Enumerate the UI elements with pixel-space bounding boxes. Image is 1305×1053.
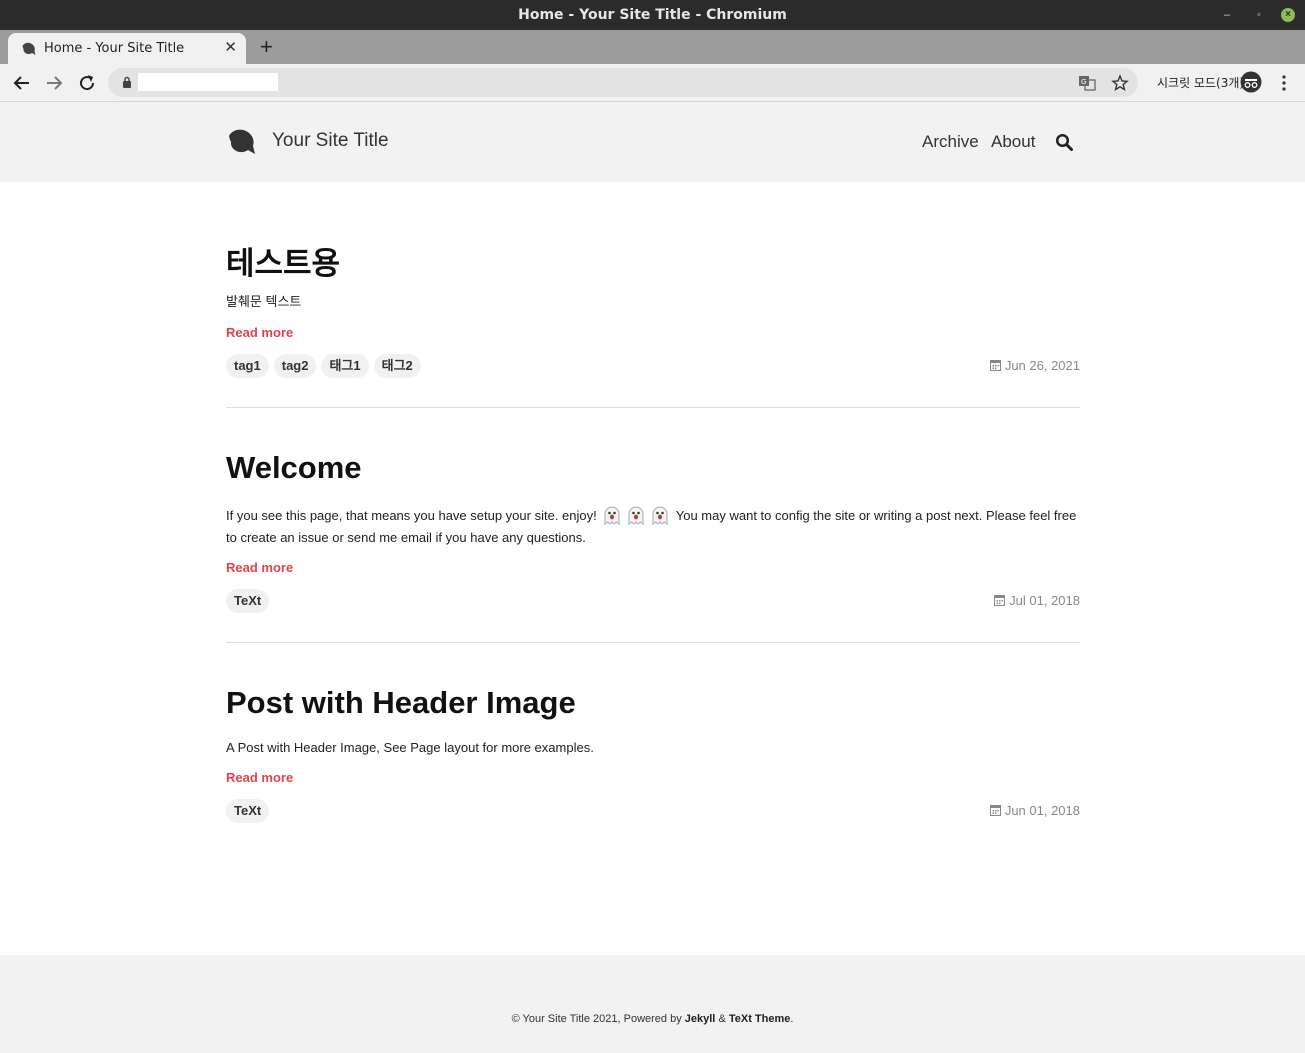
browser-toolbar: G 시크릿 모드(3개) [0, 64, 1305, 102]
tag-badge[interactable]: 태그2 [373, 354, 421, 378]
post-item: Post with Header Image A Post with Heade… [226, 685, 1080, 823]
post-item: 테스트용 발췌문 텍스트 Read more tag1 tag2 태그1 태그2 Ju… [226, 238, 1080, 408]
translate-icon[interactable]: G [1078, 74, 1096, 92]
ghost-emoji-icon [628, 506, 644, 525]
footer-amp: & [718, 1013, 726, 1025]
new-tab-button[interactable]: + [260, 34, 273, 60]
calendar-icon [989, 805, 1001, 816]
post-divider [226, 407, 1080, 408]
ghost-emoji-icon [652, 506, 668, 525]
calendar-icon [994, 595, 1006, 606]
site-header: Your Site Title Archive About [0, 102, 1305, 182]
star-icon[interactable] [1111, 74, 1129, 92]
post-date: Jun 26, 2021 [989, 358, 1080, 373]
tag-list: TeXt [226, 589, 274, 613]
read-more-link[interactable]: Read more [226, 325, 293, 340]
ginkgo-leaf-icon [22, 42, 36, 55]
tab-home[interactable]: Home - Your Site Title ✕ [8, 33, 246, 64]
search-icon[interactable] [1055, 133, 1073, 151]
window-title: Home - Your Site Title - Chromium [518, 7, 787, 23]
incognito-icon[interactable] [1240, 71, 1262, 93]
read-more-link[interactable]: Read more [226, 770, 293, 785]
post-date-text: Jul 01, 2018 [1009, 593, 1080, 608]
footer-suffix: . [790, 1013, 794, 1025]
tag-badge[interactable]: 태그1 [321, 354, 369, 378]
post-date: Jul 01, 2018 [994, 593, 1080, 608]
post-excerpt: 발췌문 텍스트 [226, 294, 302, 309]
tag-badge[interactable]: TeXt [226, 589, 270, 613]
close-window-icon[interactable]: × [1281, 8, 1295, 22]
nav-archive-link[interactable]: Archive [922, 132, 979, 152]
post-excerpt: A Post with Header Image, See Page layou… [226, 740, 594, 755]
reload-icon[interactable] [75, 71, 99, 95]
svg-text:G: G [1081, 78, 1086, 86]
url-field[interactable] [138, 73, 278, 91]
jekyll-link[interactable]: Jekyll [685, 1013, 716, 1025]
tag-badge[interactable]: TeXt [226, 799, 270, 823]
post-item: Welcome If you see this page, that means… [226, 450, 1080, 643]
tab-strip: Home - Your Site Title ✕ + [0, 30, 1305, 64]
forward-arrow-icon[interactable] [42, 71, 66, 95]
post-date: Jun 01, 2018 [989, 803, 1080, 818]
window-titlebar: Home - Your Site Title - Chromium – ◦ × [0, 0, 1305, 30]
site-footer: © Your Site Title 2021, Powered by Jekyl… [0, 955, 1305, 1053]
tab-title: Home - Your Site Title [44, 41, 185, 56]
post-excerpt: If you see this page, that means you hav… [226, 505, 1080, 549]
tag-list: tag1 tag2 태그1 태그2 [226, 354, 426, 378]
post-title[interactable]: Post with Header Image [226, 685, 1080, 721]
ginkgo-leaf-logo-icon[interactable] [226, 128, 256, 156]
calendar-icon [989, 360, 1001, 371]
tab-close-icon[interactable]: ✕ [224, 38, 237, 56]
incognito-label[interactable]: 시크릿 모드(3개) [1157, 74, 1244, 91]
tag-list: TeXt [226, 799, 274, 823]
kebab-menu-icon[interactable] [1276, 73, 1292, 93]
footer-text: © Your Site Title 2021, Powered by Jekyl… [0, 1013, 1305, 1025]
tag-badge[interactable]: tag1 [226, 354, 269, 378]
minimize-icon[interactable]: – [1220, 8, 1234, 22]
nav-about-link[interactable]: About [991, 132, 1035, 152]
ghost-emoji-icon [604, 506, 620, 525]
site-title[interactable]: Your Site Title [272, 130, 389, 152]
post-excerpt-part1: If you see this page, that means you hav… [226, 508, 597, 523]
post-title[interactable]: 테스트용 [226, 238, 1080, 283]
address-bar[interactable]: G [108, 68, 1138, 97]
post-date-text: Jun 01, 2018 [1004, 803, 1080, 818]
read-more-link[interactable]: Read more [226, 560, 293, 575]
maximize-icon[interactable]: ◦ [1252, 8, 1266, 22]
lock-icon [123, 76, 131, 88]
post-date-text: Jun 26, 2021 [1004, 358, 1080, 373]
back-arrow-icon[interactable] [10, 71, 34, 95]
post-title[interactable]: Welcome [226, 450, 1080, 486]
tag-badge[interactable]: tag2 [273, 354, 317, 378]
footer-copyright: © Your Site Title 2021, Powered by [511, 1013, 682, 1025]
text-theme-link[interactable]: TeXt Theme [729, 1013, 791, 1025]
post-divider [226, 642, 1080, 643]
